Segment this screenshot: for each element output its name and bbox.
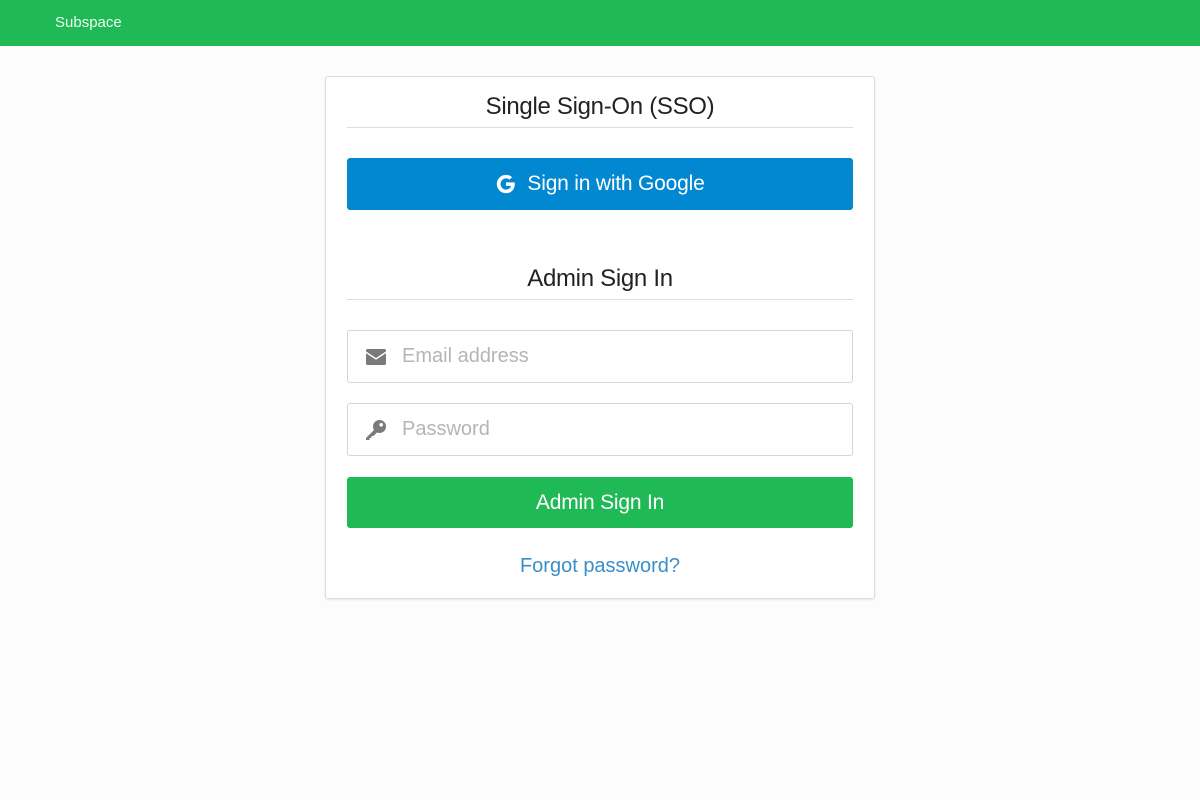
admin-sign-in-button[interactable]: Admin Sign In [347,477,853,528]
login-card: Single Sign-On (SSO) Sign in with Google… [325,76,875,599]
password-input[interactable] [402,404,842,455]
google-g-icon [495,173,517,195]
admin-divider [347,299,853,300]
password-field[interactable] [347,403,853,456]
sso-divider [347,127,853,128]
google-button-label: Sign in with Google [527,172,705,195]
email-field[interactable] [347,330,853,383]
admin-title: Admin Sign In [527,265,673,292]
sso-title: Single Sign-On (SSO) [485,93,715,120]
forgot-password-link[interactable]: Forgot password? [347,555,853,578]
google-sign-in-button[interactable]: Sign in with Google [347,158,853,210]
key-icon [365,420,387,440]
brand-link[interactable]: Subspace [55,0,122,46]
envelope-icon [365,347,387,367]
top-navbar: Subspace [0,0,1200,46]
email-input[interactable] [402,331,842,382]
